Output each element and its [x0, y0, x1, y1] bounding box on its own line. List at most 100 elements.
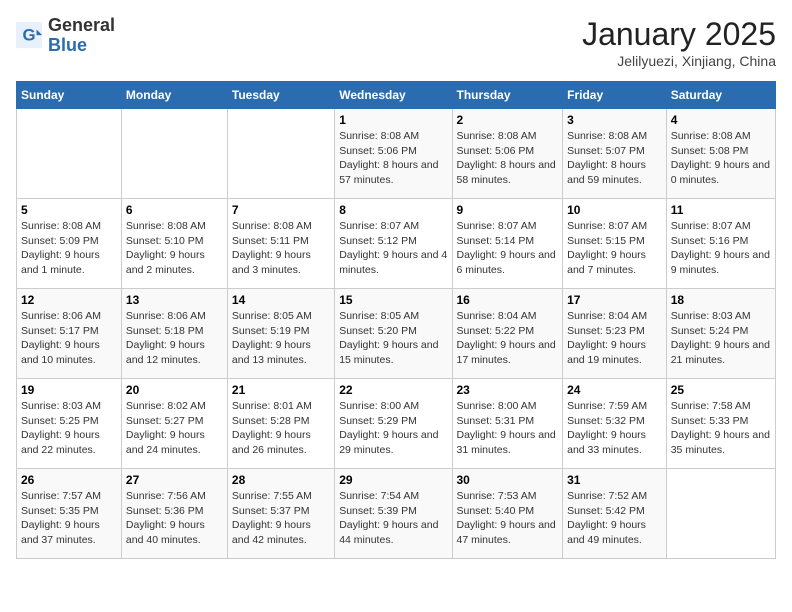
day-info: Sunrise: 8:04 AM Sunset: 5:22 PM Dayligh… — [457, 309, 559, 368]
day-info: Sunrise: 8:08 AM Sunset: 5:09 PM Dayligh… — [21, 219, 117, 278]
calendar-cell: 6 Sunrise: 8:08 AM Sunset: 5:10 PM Daylig… — [121, 199, 227, 289]
day-number: 8 — [339, 203, 447, 217]
day-info: Sunrise: 7:53 AM Sunset: 5:40 PM Dayligh… — [457, 489, 559, 548]
day-number: 19 — [21, 383, 117, 397]
logo-blue-text: Blue — [48, 35, 87, 55]
day-number: 18 — [671, 293, 771, 307]
day-info: Sunrise: 8:05 AM Sunset: 5:20 PM Dayligh… — [339, 309, 447, 368]
calendar-cell: 28 Sunrise: 7:55 AM Sunset: 5:37 PM Dayli… — [227, 469, 334, 559]
day-info: Sunrise: 8:07 AM Sunset: 5:14 PM Dayligh… — [457, 219, 559, 278]
weekday-header-wednesday: Wednesday — [335, 82, 452, 109]
day-info: Sunrise: 8:08 AM Sunset: 5:10 PM Dayligh… — [126, 219, 223, 278]
calendar-week-5: 26Sunrise: 7:57 AM Sunset: 5:35 PM Dayli… — [17, 469, 776, 559]
calendar-cell: 23Sunrise: 8:00 AM Sunset: 5:31 PM Dayli… — [452, 379, 563, 469]
day-number: 16 — [457, 293, 559, 307]
weekday-header-tuesday: Tuesday — [227, 82, 334, 109]
calendar-cell: 7Sunrise: 8:08 AM Sunset: 5:11 PM Daylig… — [227, 199, 334, 289]
day-number: 28 — [232, 473, 330, 487]
day-number: 21 — [232, 383, 330, 397]
weekday-header-thursday: Thursday — [452, 82, 563, 109]
calendar-cell: 17Sunrise: 8:04 AM Sunset: 5:23 PM Dayli… — [563, 289, 667, 379]
day-info: Sunrise: 8:08 AM Sunset: 5:06 PM Dayligh… — [339, 129, 447, 188]
day-number: 12 — [21, 293, 117, 307]
day-number: 30 — [457, 473, 559, 487]
day-info: Sunrise: 8:00 AM Sunset: 5:29 PM Dayligh… — [339, 399, 447, 458]
calendar-cell: 27 Sunrise: 7:56 AM Sunset: 5:36 PM Dayli… — [121, 469, 227, 559]
calendar-cell: 29 Sunrise: 7:54 AM Sunset: 5:39 PM Dayli… — [335, 469, 452, 559]
day-info: Sunrise: 8:08 AM Sunset: 5:07 PM Dayligh… — [567, 129, 662, 188]
logo-general-text: General — [48, 15, 115, 35]
calendar-table: SundayMondayTuesdayWednesdayThursdayFrid… — [16, 81, 776, 559]
day-number: 13 — [126, 293, 223, 307]
calendar-cell: 15 Sunrise: 8:05 AM Sunset: 5:20 PM Dayli… — [335, 289, 452, 379]
day-number: 25 — [671, 383, 771, 397]
day-number: 29 — [339, 473, 447, 487]
day-number: 4 — [671, 113, 771, 127]
calendar-cell: 4 Sunrise: 8:08 AM Sunset: 5:08 PM Daylig… — [666, 109, 775, 199]
day-info: Sunrise: 7:54 AM Sunset: 5:39 PM Dayligh… — [339, 489, 447, 548]
calendar-cell: 20 Sunrise: 8:02 AM Sunset: 5:27 PM Dayli… — [121, 379, 227, 469]
title-block: January 2025 Jelilyuezi, Xinjiang, China — [582, 16, 776, 69]
calendar-cell: 9 Sunrise: 8:07 AM Sunset: 5:14 PM Daylig… — [452, 199, 563, 289]
calendar-week-3: 12 Sunrise: 8:06 AM Sunset: 5:17 PM Dayli… — [17, 289, 776, 379]
day-number: 1 — [339, 113, 447, 127]
weekday-header-sunday: Sunday — [17, 82, 122, 109]
weekday-header-friday: Friday — [563, 82, 667, 109]
calendar-cell: 19 Sunrise: 8:03 AM Sunset: 5:25 PM Dayli… — [17, 379, 122, 469]
day-number: 15 — [339, 293, 447, 307]
calendar-cell: 10 Sunrise: 8:07 AM Sunset: 5:15 PM Dayli… — [563, 199, 667, 289]
day-info: Sunrise: 8:06 AM Sunset: 5:18 PM Dayligh… — [126, 309, 223, 368]
day-number: 9 — [457, 203, 559, 217]
calendar-cell: 25 Sunrise: 7:58 AM Sunset: 5:33 PM Dayli… — [666, 379, 775, 469]
day-number: 27 — [126, 473, 223, 487]
day-info: Sunrise: 8:07 AM Sunset: 5:16 PM Dayligh… — [671, 219, 771, 278]
day-number: 11 — [671, 203, 771, 217]
day-info: Sunrise: 7:55 AM Sunset: 5:37 PM Dayligh… — [232, 489, 330, 548]
calendar-body: 1 Sunrise: 8:08 AM Sunset: 5:06 PM Daylig… — [17, 109, 776, 559]
day-info: Sunrise: 8:08 AM Sunset: 5:08 PM Dayligh… — [671, 129, 771, 188]
calendar-cell: 5Sunrise: 8:08 AM Sunset: 5:09 PM Daylig… — [17, 199, 122, 289]
calendar-cell: 30 Sunrise: 7:53 AM Sunset: 5:40 PM Dayli… — [452, 469, 563, 559]
calendar-cell: 22 Sunrise: 8:00 AM Sunset: 5:29 PM Dayli… — [335, 379, 452, 469]
calendar-week-1: 1 Sunrise: 8:08 AM Sunset: 5:06 PM Daylig… — [17, 109, 776, 199]
day-info: Sunrise: 8:01 AM Sunset: 5:28 PM Dayligh… — [232, 399, 330, 458]
day-info: Sunrise: 8:03 AM Sunset: 5:24 PM Dayligh… — [671, 309, 771, 368]
calendar-subtitle: Jelilyuezi, Xinjiang, China — [582, 53, 776, 69]
calendar-cell: 31Sunrise: 7:52 AM Sunset: 5:42 PM Dayli… — [563, 469, 667, 559]
calendar-cell: 2Sunrise: 8:08 AM Sunset: 5:06 PM Daylig… — [452, 109, 563, 199]
day-info: Sunrise: 8:06 AM Sunset: 5:17 PM Dayligh… — [21, 309, 117, 368]
day-info: Sunrise: 8:03 AM Sunset: 5:25 PM Dayligh… — [21, 399, 117, 458]
calendar-cell: 11 Sunrise: 8:07 AM Sunset: 5:16 PM Dayli… — [666, 199, 775, 289]
day-info: Sunrise: 7:59 AM Sunset: 5:32 PM Dayligh… — [567, 399, 662, 458]
day-info: Sunrise: 8:02 AM Sunset: 5:27 PM Dayligh… — [126, 399, 223, 458]
day-number: 7 — [232, 203, 330, 217]
calendar-cell — [17, 109, 122, 199]
calendar-cell: 1 Sunrise: 8:08 AM Sunset: 5:06 PM Daylig… — [335, 109, 452, 199]
day-number: 23 — [457, 383, 559, 397]
day-number: 6 — [126, 203, 223, 217]
day-info: Sunrise: 8:07 AM Sunset: 5:15 PM Dayligh… — [567, 219, 662, 278]
calendar-cell: 13 Sunrise: 8:06 AM Sunset: 5:18 PM Dayli… — [121, 289, 227, 379]
day-number: 2 — [457, 113, 559, 127]
day-info: Sunrise: 7:58 AM Sunset: 5:33 PM Dayligh… — [671, 399, 771, 458]
logo: G General Blue — [16, 16, 115, 56]
calendar-header: SundayMondayTuesdayWednesdayThursdayFrid… — [17, 82, 776, 109]
calendar-cell: 14Sunrise: 8:05 AM Sunset: 5:19 PM Dayli… — [227, 289, 334, 379]
day-number: 20 — [126, 383, 223, 397]
day-number: 31 — [567, 473, 662, 487]
calendar-week-4: 19 Sunrise: 8:03 AM Sunset: 5:25 PM Dayli… — [17, 379, 776, 469]
calendar-title: January 2025 — [582, 16, 776, 53]
calendar-cell — [227, 109, 334, 199]
day-info: Sunrise: 7:56 AM Sunset: 5:36 PM Dayligh… — [126, 489, 223, 548]
calendar-cell: 18 Sunrise: 8:03 AM Sunset: 5:24 PM Dayli… — [666, 289, 775, 379]
day-number: 3 — [567, 113, 662, 127]
calendar-cell: 8Sunrise: 8:07 AM Sunset: 5:12 PM Daylig… — [335, 199, 452, 289]
calendar-cell: 16 Sunrise: 8:04 AM Sunset: 5:22 PM Dayli… — [452, 289, 563, 379]
day-number: 22 — [339, 383, 447, 397]
day-number: 14 — [232, 293, 330, 307]
calendar-week-2: 5Sunrise: 8:08 AM Sunset: 5:09 PM Daylig… — [17, 199, 776, 289]
day-number: 26 — [21, 473, 117, 487]
calendar-cell: 12 Sunrise: 8:06 AM Sunset: 5:17 PM Dayli… — [17, 289, 122, 379]
day-number: 10 — [567, 203, 662, 217]
weekday-header-monday: Monday — [121, 82, 227, 109]
